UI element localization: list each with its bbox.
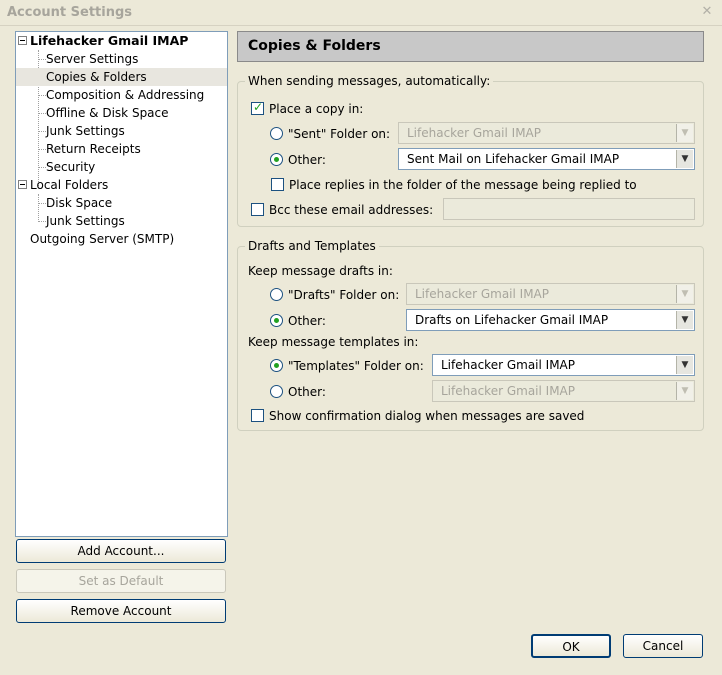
bcc-checkbox[interactable] [251,203,264,216]
chevron-down-icon: ▼ [676,356,693,374]
sidebar-item-label: Security [46,160,96,174]
sidebar-item-local-junk[interactable]: Junk Settings [16,212,227,230]
sidebar-item-label: Junk Settings [46,124,125,138]
sidebar-item-server-settings[interactable]: Server Settings [16,50,227,68]
sidebar-item-label: Disk Space [46,196,113,210]
templates-folder-label: "Templates" Folder on: [288,359,424,373]
drafts-other-select[interactable]: Drafts on Lifehacker Gmail IMAP ▼ [406,309,695,331]
sent-folder-radio[interactable] [270,127,283,140]
drafts-folder-label: "Drafts" Folder on: [288,288,400,302]
chevron-down-icon: ▼ [676,150,693,168]
drafts-legend: Drafts and Templates [245,239,379,253]
sidebar-item-junk[interactable]: Junk Settings [16,122,227,140]
tree-local-folders[interactable]: Local Folders [16,176,227,194]
sidebar-item-return-receipts[interactable]: Return Receipts [16,140,227,158]
sent-other-radio[interactable] [270,153,283,166]
templates-other-label: Other: [288,385,326,399]
drafts-folder-radio[interactable] [270,288,283,301]
select-value: Drafts on Lifehacker Gmail IMAP [415,313,609,327]
tree-outgoing-server[interactable]: Outgoing Server (SMTP) [16,230,227,248]
select-value: Lifehacker Gmail IMAP [415,287,549,301]
title-bar: Account Settings ✕ [0,0,722,26]
close-icon[interactable]: ✕ [700,5,714,19]
select-value: Lifehacker Gmail IMAP [441,384,575,398]
add-account-button[interactable]: Add Account... [16,539,226,563]
window-title: Account Settings [7,5,133,20]
templates-other-radio[interactable] [270,385,283,398]
chevron-down-icon: ▼ [676,124,693,142]
place-replies-label: Place replies in the folder of the messa… [289,178,637,192]
sent-other-select[interactable]: Sent Mail on Lifehacker Gmail IMAP ▼ [398,148,695,170]
sidebar-item-label: Server Settings [46,52,139,66]
place-copy-label: Place a copy in: [269,102,364,116]
sent-other-label: Other: [288,153,326,167]
tree-account-lifehacker[interactable]: Lifehacker Gmail IMAP [16,32,227,50]
sidebar-item-copies-folders[interactable]: Copies & Folders [16,68,227,86]
sent-folder-label: "Sent" Folder on: [288,127,391,141]
place-replies-checkbox[interactable] [271,178,284,191]
tree-account-label: Lifehacker Gmail IMAP [30,33,189,48]
sidebar-item-composition[interactable]: Composition & Addressing [16,86,227,104]
chevron-down-icon: ▼ [676,382,693,400]
sidebar-item-label: Return Receipts [46,142,141,156]
place-copy-checkbox[interactable] [251,100,264,115]
chevron-down-icon: ▼ [676,285,693,303]
confirm-dialog-checkbox[interactable] [251,409,264,422]
sidebar-item-disk-space[interactable]: Disk Space [16,194,227,212]
keep-templates-label: Keep message templates in: [248,335,419,349]
panel-header: Copies & Folders [237,31,704,62]
sidebar-item-label: Junk Settings [46,214,125,228]
set-default-button[interactable]: Set as Default [16,569,226,593]
select-value: Lifehacker Gmail IMAP [441,358,575,372]
account-tree[interactable]: Lifehacker Gmail IMAP Server Settings Co… [15,31,228,537]
sent-folder-select[interactable]: Lifehacker Gmail IMAP ▼ [398,122,695,144]
tree-outgoing-label: Outgoing Server (SMTP) [30,232,175,246]
templates-folder-select[interactable]: Lifehacker Gmail IMAP ▼ [432,354,695,376]
bcc-label: Bcc these email addresses: [269,203,434,217]
chevron-down-icon: ▼ [676,311,693,329]
cancel-button[interactable]: Cancel [623,634,703,658]
templates-folder-radio[interactable] [270,359,283,372]
drafts-folder-select[interactable]: Lifehacker Gmail IMAP ▼ [406,283,695,305]
sidebar-item-label: Composition & Addressing [46,88,205,102]
tree-collapse-icon[interactable] [18,36,27,45]
sidebar-item-label: Offline & Disk Space [46,106,169,120]
ok-button[interactable]: OK [531,634,611,658]
tree-collapse-icon[interactable] [18,180,27,189]
sidebar-item-security[interactable]: Security [16,158,227,176]
remove-account-button[interactable]: Remove Account [16,599,226,623]
tree-local-label: Local Folders [30,178,109,192]
sidebar-item-offline-disk[interactable]: Offline & Disk Space [16,104,227,122]
keep-drafts-label: Keep message drafts in: [248,264,393,278]
select-value: Sent Mail on Lifehacker Gmail IMAP [407,152,620,166]
bcc-input[interactable] [443,198,695,220]
sending-legend: When sending messages, automatically: [245,74,494,88]
page-title: Copies & Folders [248,38,381,54]
drafts-other-radio[interactable] [270,314,283,327]
drafts-other-label: Other: [288,314,326,328]
select-value: Lifehacker Gmail IMAP [407,126,541,140]
templates-other-select[interactable]: Lifehacker Gmail IMAP ▼ [432,380,695,402]
sidebar-item-label: Copies & Folders [46,70,147,84]
confirm-dialog-label: Show confirmation dialog when messages a… [269,409,585,423]
